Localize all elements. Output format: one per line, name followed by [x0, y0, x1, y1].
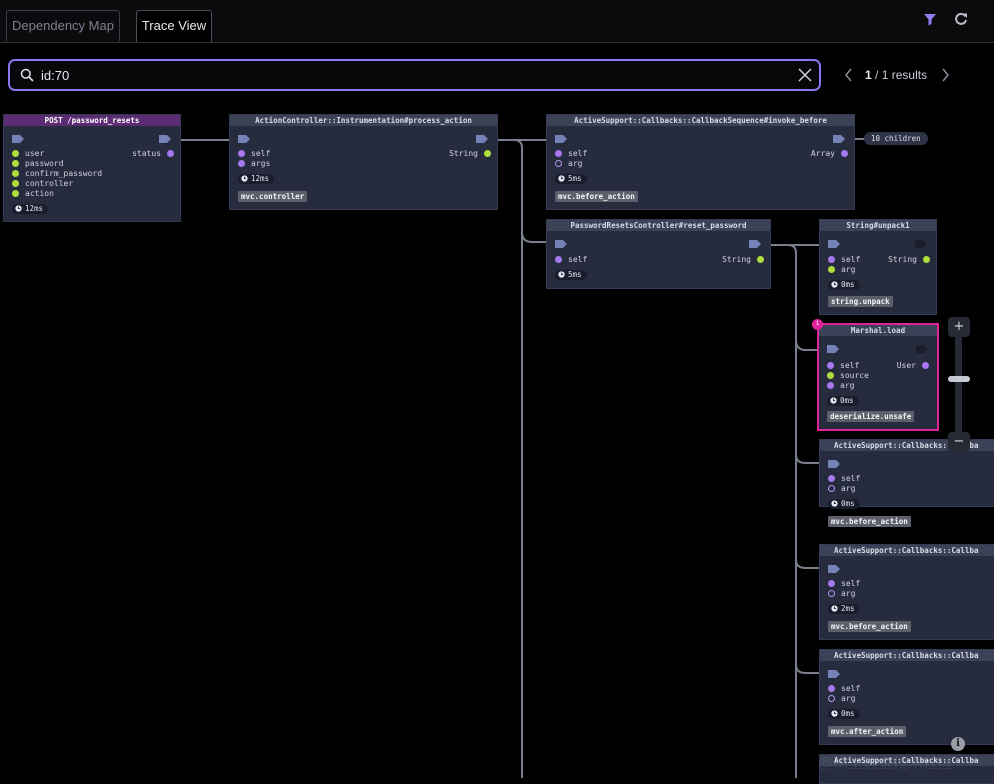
input-param: self — [828, 579, 860, 589]
input-param: arg — [828, 484, 855, 494]
output-param: String — [449, 149, 491, 159]
output-param: String — [722, 255, 764, 265]
category-tag: mvc.before_action — [828, 516, 911, 527]
input-param: self — [828, 684, 860, 694]
duration-badge: 5ms — [555, 174, 587, 184]
port-icon — [916, 345, 928, 353]
clock-icon — [558, 175, 565, 182]
port-icon — [833, 135, 845, 143]
port-icon — [555, 240, 567, 248]
clock-icon — [15, 205, 22, 212]
input-param: confirm_password — [12, 169, 102, 179]
port-icon — [159, 135, 171, 143]
node-title: POST /password_resets — [4, 115, 180, 126]
trace-node-invoke-before[interactable]: ActiveSupport::Callbacks::CallbackSequen… — [546, 114, 855, 210]
children-count-pill[interactable]: 10 children — [864, 132, 928, 145]
input-param: user — [12, 149, 44, 159]
trace-node-process-action[interactable]: ActionController::Instrumentation#proces… — [229, 114, 498, 210]
duration-badge: 0ms — [828, 280, 860, 290]
zoom-slider-track[interactable] — [955, 335, 962, 447]
port-icon — [915, 240, 927, 248]
input-param: arg — [555, 159, 582, 169]
node-title: Marshal.load — [819, 325, 937, 336]
zoom-slider-handle[interactable] — [948, 376, 970, 382]
duration-badge: 5ms — [555, 270, 587, 280]
port-icon — [828, 565, 840, 573]
port-icon — [828, 670, 840, 678]
trace-node-callback-c[interactable]: ActiveSupport::Callbacks::Callba self ar… — [819, 649, 994, 745]
clock-icon — [558, 271, 565, 278]
port-icon — [828, 240, 840, 248]
category-tag: mvc.before_action — [555, 191, 638, 202]
input-param: arg — [828, 694, 855, 704]
input-param: self — [828, 474, 860, 484]
input-param: self — [555, 255, 587, 265]
port-icon — [555, 135, 567, 143]
input-param: source — [827, 371, 869, 381]
node-title: ActionController::Instrumentation#proces… — [230, 115, 497, 126]
duration-badge: 0ms — [828, 709, 860, 719]
trace-node-unpack1[interactable]: String#unpack1 self arg String 0ms strin… — [819, 219, 937, 315]
duration-badge: 0ms — [827, 396, 859, 406]
trace-node-root[interactable]: POST /password_resets user password conf… — [3, 114, 181, 222]
input-param: arg — [828, 265, 855, 275]
category-tag: deserialize.unsafe — [827, 411, 915, 422]
node-title: String#unpack1 — [820, 220, 936, 231]
input-param: self — [828, 255, 860, 265]
zoom-out-button[interactable]: − — [948, 432, 970, 452]
node-title: ActiveSupport::Callbacks::Callba — [820, 650, 994, 661]
output-param: User — [897, 361, 929, 371]
trace-node-callback-b[interactable]: ActiveSupport::Callbacks::Callba self ar… — [819, 544, 994, 640]
category-tag: mvc.controller — [238, 191, 308, 202]
watermark: @稀土掘金技术社区 — [818, 754, 954, 772]
duration-badge: 0ms — [828, 499, 860, 509]
input-param: args — [238, 159, 270, 169]
port-icon — [12, 135, 24, 143]
trace-node-reset-password[interactable]: PasswordResetsController#reset_password … — [546, 219, 771, 289]
port-icon — [828, 460, 840, 468]
input-param: action — [12, 189, 54, 199]
output-param: status — [132, 149, 174, 159]
category-tag: string.unpack — [828, 296, 893, 307]
input-param: arg — [827, 381, 854, 391]
input-param: password — [12, 159, 64, 169]
info-icon[interactable]: i — [951, 737, 965, 751]
port-icon — [238, 135, 250, 143]
node-title: ActiveSupport::Callbacks::Callba — [820, 545, 994, 556]
port-icon — [476, 135, 488, 143]
port-icon — [827, 345, 839, 353]
input-param: controller — [12, 179, 73, 189]
input-param: arg — [828, 589, 855, 599]
output-param: Array — [811, 149, 848, 159]
clock-icon — [831, 281, 838, 288]
duration-badge: 2ms — [828, 604, 860, 614]
category-tag: mvc.before_action — [828, 621, 911, 632]
duration-badge: 12ms — [12, 204, 49, 214]
input-param: self — [827, 361, 859, 371]
clock-icon — [830, 397, 837, 404]
input-param: self — [238, 149, 270, 159]
duration-badge: 12ms — [238, 174, 275, 184]
category-tag: mvc.after_action — [828, 726, 907, 737]
node-title: PasswordResetsController#reset_password — [547, 220, 770, 231]
clock-icon — [241, 175, 248, 182]
node-title: ActiveSupport::Callbacks::CallbackSequen… — [547, 115, 854, 126]
clock-icon — [831, 710, 838, 717]
zoom-in-button[interactable]: + — [948, 317, 970, 337]
input-param: self — [555, 149, 587, 159]
output-param: String — [888, 255, 930, 265]
clock-icon — [831, 500, 838, 507]
port-icon — [749, 240, 761, 248]
match-badge: 1 — [812, 319, 823, 330]
trace-node-marshal-load[interactable]: Marshal.load self source arg User 0ms de… — [817, 323, 939, 431]
clock-icon — [831, 605, 838, 612]
